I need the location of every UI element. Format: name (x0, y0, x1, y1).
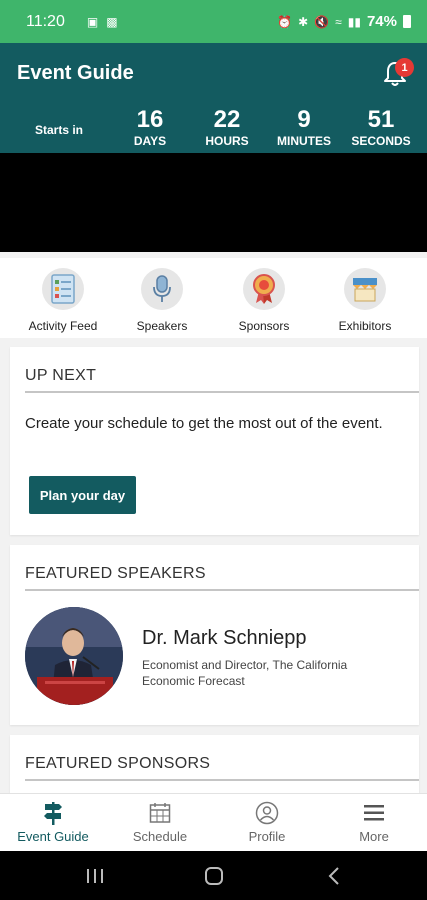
featured-speakers-card: FEATURED SPEAKERS Dr. Mark Schniepp Econ… (10, 545, 419, 725)
card-title: FEATURED SPONSORS (25, 755, 211, 772)
wifi-icon: ≈ (335, 14, 342, 29)
countdown-value: 9 (297, 106, 311, 133)
bluetooth-icon: ✱ (298, 14, 309, 29)
up-next-card: UP NEXT Create your schedule to get the … (10, 347, 419, 535)
nav-event-guide[interactable]: Event Guide (3, 800, 103, 844)
nav-label: Profile (248, 829, 286, 844)
event-banner (0, 153, 427, 252)
profile-icon (217, 800, 317, 826)
starts-in-label: Starts in (35, 123, 84, 137)
back-icon[interactable] (314, 863, 354, 889)
alarm-icon: ⏰ (277, 14, 293, 29)
speaker-role: Economist and Director, The California E… (142, 658, 348, 688)
countdown-value: 22 (213, 106, 241, 133)
countdown-value: 51 (367, 106, 395, 133)
countdown-minutes: 9 MINUTES (269, 106, 339, 149)
nav-profile[interactable]: Profile (217, 800, 317, 844)
countdown-label: SECONDS (351, 134, 411, 148)
quick-link-speakers[interactable]: Speakers (112, 268, 212, 333)
quick-link-label: Exhibitors (338, 319, 392, 333)
divider (25, 589, 419, 591)
status-left-icons: ▣ ▩ (87, 15, 118, 29)
nav-schedule[interactable]: Schedule (110, 800, 210, 844)
plan-your-day-button[interactable]: Plan your day (29, 476, 136, 514)
quick-link-exhibitors[interactable]: Exhibitors (315, 268, 415, 333)
divider (25, 779, 419, 781)
countdown: Starts in 16 DAYS 22 HOURS 9 MINUTES 51 … (0, 105, 427, 149)
countdown-hours: 22 HOURS (192, 106, 262, 149)
quick-links: Activity Feed Speakers Sponsors Exhibito… (0, 258, 427, 338)
card-title: FEATURED SPEAKERS (25, 565, 206, 582)
mute-icon: 🔇 (314, 14, 330, 29)
ribbon-award-icon (243, 268, 285, 310)
signal-icon: ▮▮ (347, 14, 361, 29)
nav-label: More (359, 829, 389, 844)
menu-icon (324, 800, 424, 826)
quick-link-label: Activity Feed (28, 319, 98, 333)
speaker-name[interactable]: Dr. Mark Schniepp (142, 627, 307, 650)
quick-link-label: Sponsors (238, 319, 290, 333)
countdown-days: 16 DAYS (115, 106, 185, 149)
status-bar: 11:20 ▣ ▩ ⏰ ✱ 🔇 ≈ ▮▮ 74% (0, 0, 427, 43)
quick-link-label: Speakers (136, 319, 188, 333)
countdown-label: HOURS (205, 134, 249, 148)
status-right-icons: ⏰ ✱ 🔇 ≈ ▮▮ 74% (277, 13, 411, 30)
battery-icon (403, 15, 411, 28)
nav-more[interactable]: More (324, 800, 424, 844)
quick-link-sponsors[interactable]: Sponsors (214, 268, 314, 333)
countdown-value: 16 (136, 106, 164, 133)
signpost-icon (3, 800, 103, 826)
nav-label: Event Guide (17, 829, 89, 844)
countdown-label: MINUTES (277, 134, 331, 148)
battery-percent: 74% (366, 13, 397, 30)
page-title: Event Guide (17, 62, 134, 84)
notification-badge: 1 (395, 58, 414, 77)
activity-feed-icon (42, 268, 84, 310)
countdown-seconds: 51 SECONDS (346, 106, 416, 149)
app-icon: ▩ (106, 14, 118, 29)
card-title: UP NEXT (25, 367, 97, 384)
quick-link-activity-feed[interactable]: Activity Feed (13, 268, 113, 333)
nav-label: Schedule (132, 829, 188, 844)
booth-icon (344, 268, 386, 310)
home-icon[interactable] (194, 863, 234, 889)
speaker-avatar[interactable] (25, 607, 123, 705)
system-navigation-bar (0, 851, 427, 900)
bottom-navigation: Event Guide Schedule Profile More (0, 793, 427, 851)
notification-app-icon: ▣ (86, 14, 99, 29)
countdown-label: DAYS (133, 134, 167, 148)
calendar-icon (110, 800, 210, 826)
status-time: 11:20 (26, 12, 65, 30)
microphone-icon (141, 268, 183, 310)
divider (25, 391, 419, 393)
app-header: Event Guide 1 Starts in 16 DAYS 22 HOURS… (0, 43, 427, 153)
recent-apps-icon[interactable] (75, 863, 115, 889)
up-next-text: Create your schedule to get the most out… (25, 415, 383, 432)
